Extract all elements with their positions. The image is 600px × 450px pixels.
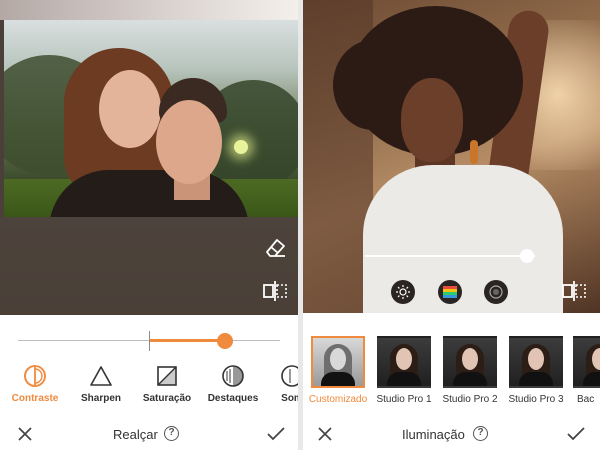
highlights-icon: [222, 365, 244, 387]
tool-highlights[interactable]: Destaques: [203, 364, 263, 404]
panel-title: Realçar: [113, 427, 158, 442]
sharpen-triangle-icon: [90, 366, 112, 386]
tool-sharpen[interactable]: Sharpen: [71, 364, 131, 404]
vignette-button[interactable]: [484, 280, 508, 304]
slider-center-mark: [149, 331, 150, 351]
preset-label: Customizado: [308, 394, 368, 405]
help-icon[interactable]: ?: [473, 426, 488, 441]
bottom-bar: Iluminação ?: [303, 418, 600, 450]
contrast-icon: [24, 365, 46, 387]
eraser-icon[interactable]: [262, 234, 288, 260]
tool-row: Contraste Sharpen Saturação Destaques So…: [0, 364, 298, 408]
photo-lower-area: [0, 217, 298, 315]
panel-title: Iluminação: [402, 427, 465, 442]
preset-bac[interactable]: Bac: [567, 336, 600, 405]
photo-canvas[interactable]: [0, 0, 298, 315]
tool-label: Som: [281, 393, 298, 404]
preset-thumbnail: [509, 336, 563, 388]
vignette-icon: [489, 285, 503, 299]
color-wheel-icon: [443, 286, 457, 298]
help-icon[interactable]: ?: [164, 426, 179, 441]
preset-studio-pro-1[interactable]: Studio Pro 1: [373, 336, 435, 405]
saturation-icon: [157, 366, 177, 386]
preset-label: Studio Pro 2: [442, 394, 498, 405]
brightness-icon: [396, 285, 410, 299]
preset-label: Studio Pro 3: [508, 394, 564, 405]
compare-icon[interactable]: [561, 278, 587, 304]
tool-label: Contraste: [11, 393, 59, 404]
tool-saturation[interactable]: Saturação: [137, 364, 197, 404]
compare-icon[interactable]: [262, 278, 288, 304]
close-icon[interactable]: [15, 424, 35, 444]
tool-label: Saturação: [142, 393, 192, 404]
tool-label: Sharpen: [80, 393, 121, 404]
preset-customizado[interactable]: Customizado: [307, 336, 369, 405]
slider-fill: [149, 339, 225, 342]
portrait-photo[interactable]: [303, 0, 600, 313]
lighting-panel: Customizado Studio Pro 1 Studio Pro 2 St…: [303, 0, 600, 450]
preset-thumbnail: [443, 336, 497, 388]
slider-track: [365, 255, 535, 257]
preset-label: Bac: [577, 394, 595, 405]
brightness-button[interactable]: [391, 280, 415, 304]
preset-studio-pro-2[interactable]: Studio Pro 2: [439, 336, 501, 405]
preset-studio-pro-3[interactable]: Studio Pro 3: [505, 336, 567, 405]
color-button[interactable]: [438, 280, 462, 304]
enhance-panel: Contraste Sharpen Saturação Destaques So…: [0, 0, 298, 450]
apply-check-icon[interactable]: [566, 424, 586, 444]
preset-thumbnail: [377, 336, 431, 388]
shadows-icon: [281, 365, 298, 387]
preset-thumbnail: [573, 336, 600, 388]
couple-photo: [4, 20, 298, 217]
bottom-bar: Realçar ?: [0, 418, 298, 450]
preset-thumbnail: [311, 336, 365, 388]
tool-label: Destaques: [207, 393, 259, 404]
contrast-slider[interactable]: [18, 331, 280, 351]
slider-knob[interactable]: [216, 333, 233, 349]
close-icon[interactable]: [315, 424, 335, 444]
preset-row: Customizado Studio Pro 1 Studio Pro 2 St…: [303, 336, 600, 412]
slider-knob[interactable]: [519, 249, 534, 263]
lighting-slider[interactable]: [365, 246, 535, 266]
preset-label: Studio Pro 1: [376, 394, 432, 405]
photo-top-strip: [0, 0, 298, 20]
apply-check-icon[interactable]: [266, 424, 286, 444]
tool-shadows[interactable]: Som: [262, 364, 298, 404]
tool-contrast[interactable]: Contraste: [5, 364, 65, 404]
